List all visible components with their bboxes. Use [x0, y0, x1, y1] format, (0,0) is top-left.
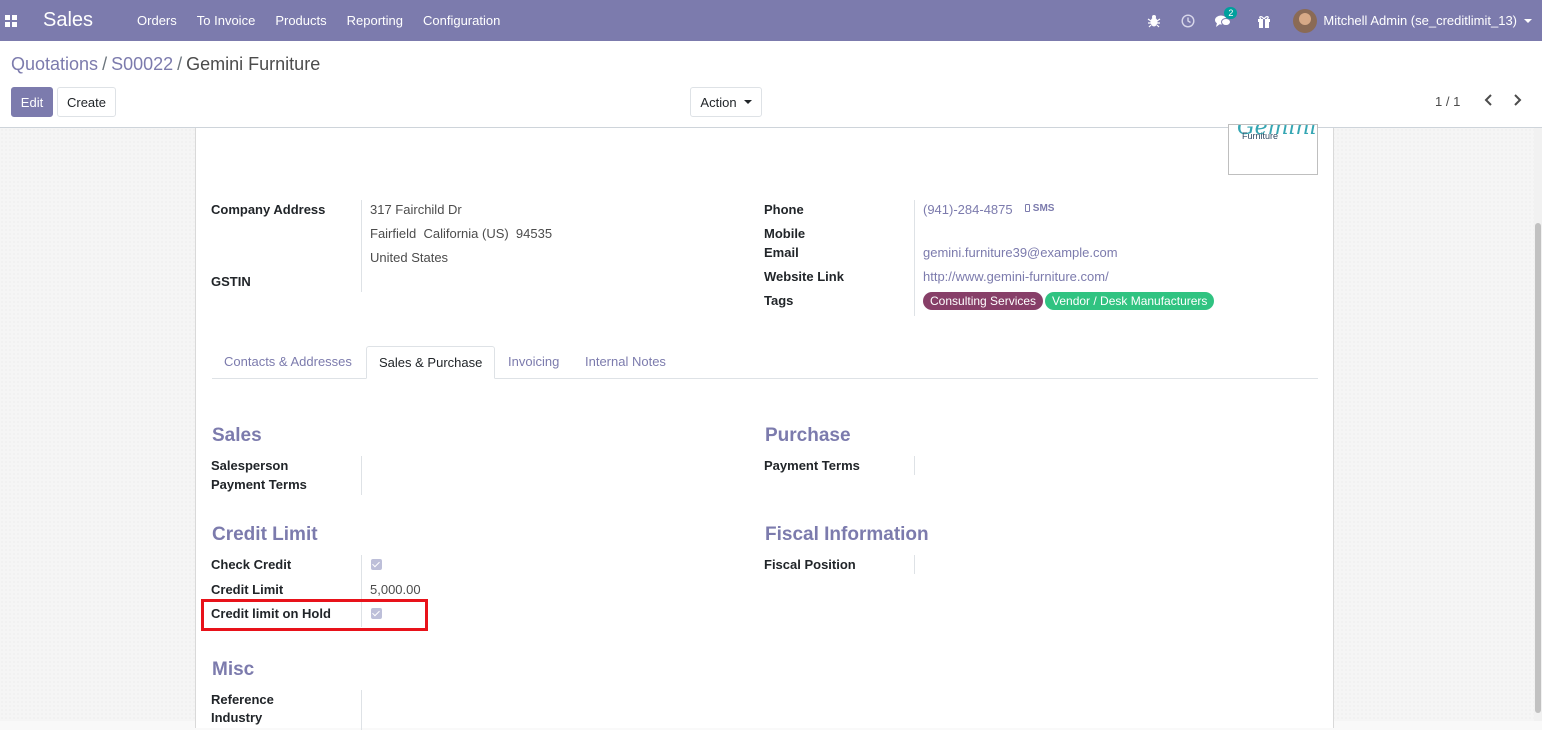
form-tabs: Contacts & Addresses Sales & Purchase In… [212, 346, 1318, 379]
systray: 2 Mitchell Admin (se_creditlimit_13) [1137, 0, 1542, 41]
address-country: United States [370, 250, 449, 265]
bug-icon[interactable] [1147, 14, 1161, 28]
sales-section-title: Sales [212, 425, 262, 446]
tab-contacts-addresses[interactable]: Contacts & Addresses [212, 346, 364, 379]
menu-item-configuration[interactable]: Configuration [423, 13, 500, 28]
sms-label: SMS [1032, 203, 1055, 214]
breadcrumb-quotations[interactable]: Quotations [11, 54, 98, 74]
credit-limit-section-title: Credit Limit [212, 524, 318, 545]
vertical-scrollbar[interactable] [1534, 128, 1542, 721]
address-street: 317 Fairchild Dr [370, 202, 462, 217]
user-menu[interactable]: Mitchell Admin (se_creditlimit_13) [1293, 8, 1532, 33]
tag-vendor-desk-manufacturers[interactable]: Vendor / Desk Manufacturers [1045, 292, 1215, 310]
credit-limit-label: Credit Limit [211, 582, 284, 597]
main-menu: Orders To Invoice Products Reporting Con… [137, 13, 520, 28]
messages-icon[interactable]: 2 [1215, 6, 1238, 28]
create-button[interactable]: Create [57, 87, 116, 117]
breadcrumb-current: Gemini Furniture [186, 54, 321, 74]
menu-item-orders[interactable]: Orders [137, 13, 177, 28]
action-label: Action [700, 94, 737, 110]
field-divider [361, 690, 362, 730]
tab-internal-notes[interactable]: Internal Notes [573, 346, 678, 379]
email-label: Email [764, 245, 799, 260]
chevron-right-icon [1514, 94, 1522, 106]
menu-item-to-invoice[interactable]: To Invoice [197, 13, 256, 28]
credit-limit-on-hold-label: Credit limit on Hold [211, 606, 331, 621]
check-credit-checkbox[interactable] [371, 559, 382, 570]
app-brand[interactable]: Sales [43, 9, 93, 32]
address-city-line: Fairfield California (US) 94535 [370, 226, 553, 241]
field-divider [361, 200, 362, 292]
reference-label: Reference [211, 692, 274, 707]
scrollbar-thumb[interactable] [1535, 223, 1541, 713]
company-address-label: Company Address [211, 202, 326, 217]
edit-button[interactable]: Edit [11, 87, 53, 117]
breadcrumb-separator: / [102, 54, 108, 74]
chevron-down-icon [1524, 18, 1532, 23]
sms-button[interactable]: SMS [1025, 203, 1054, 214]
field-divider [914, 456, 915, 475]
caret-down-icon [743, 100, 752, 104]
field-divider [914, 200, 915, 316]
field-divider [914, 555, 915, 574]
top-navbar: Sales Orders To Invoice Products Reporti… [0, 0, 1542, 41]
avatar [1293, 8, 1318, 33]
apps-menu-icon[interactable] [5, 14, 17, 27]
tab-invoicing[interactable]: Invoicing [496, 346, 571, 379]
tags-label: Tags [764, 293, 794, 308]
mobile-icon [1025, 204, 1030, 212]
sales-payment-terms-label: Payment Terms [211, 477, 307, 492]
pager-previous-button[interactable] [1484, 94, 1494, 109]
fiscal-position-label: Fiscal Position [764, 557, 856, 572]
email-link[interactable]: gemini.furniture39@example.com [923, 245, 1118, 260]
user-name: Mitchell Admin (se_creditlimit_13) [1323, 13, 1517, 28]
clock-icon[interactable] [1181, 13, 1195, 28]
tab-sales-purchase[interactable]: Sales & Purchase [366, 346, 496, 379]
gstin-label: GSTIN [211, 274, 251, 289]
credit-limit-value: 5,000.00 [370, 582, 421, 597]
breadcrumb-order[interactable]: S00022 [111, 54, 173, 74]
pager-next-button[interactable] [1512, 94, 1522, 109]
action-dropdown[interactable]: Action [690, 87, 762, 117]
credit-limit-on-hold-checkbox[interactable] [371, 608, 382, 619]
partner-logo[interactable]: Gemini Furniture [1228, 124, 1318, 175]
salesperson-label: Salesperson [211, 458, 289, 473]
mobile-label: Mobile [764, 226, 806, 241]
purchase-payment-terms-label: Payment Terms [764, 458, 860, 473]
field-divider [361, 456, 362, 495]
phone-link[interactable]: (941)-284-4875 [923, 202, 1013, 217]
field-divider [361, 555, 362, 627]
logo-text: Furniture [1242, 131, 1279, 141]
message-count-badge: 2 [1224, 6, 1238, 19]
website-label: Website Link [764, 269, 844, 284]
control-panel: Quotations / S00022/Gemini Furniture Edit … [0, 41, 1542, 128]
purchase-section-title: Purchase [765, 425, 851, 446]
gift-icon[interactable] [1257, 14, 1271, 28]
menu-item-products[interactable]: Products [275, 13, 326, 28]
website-link[interactable]: http://www.gemini-furniture.com/ [923, 269, 1109, 284]
misc-section-title: Misc [212, 659, 255, 680]
form-sheet: Gemini Furniture Company Address 317 Fai… [195, 124, 1334, 730]
menu-item-reporting[interactable]: Reporting [347, 13, 403, 28]
fiscal-section-title: Fiscal Information [765, 524, 929, 545]
pager-value[interactable]: 1 / 1 [1435, 94, 1460, 109]
check-credit-label: Check Credit [211, 557, 292, 572]
phone-label: Phone [764, 202, 804, 217]
breadcrumb-separator: / [177, 54, 183, 74]
industry-label: Industry [211, 710, 263, 725]
chevron-left-icon [1484, 94, 1492, 106]
tag-consulting-services[interactable]: Consulting Services [923, 292, 1044, 310]
breadcrumb: Quotations / S00022/Gemini Furniture [11, 54, 320, 75]
